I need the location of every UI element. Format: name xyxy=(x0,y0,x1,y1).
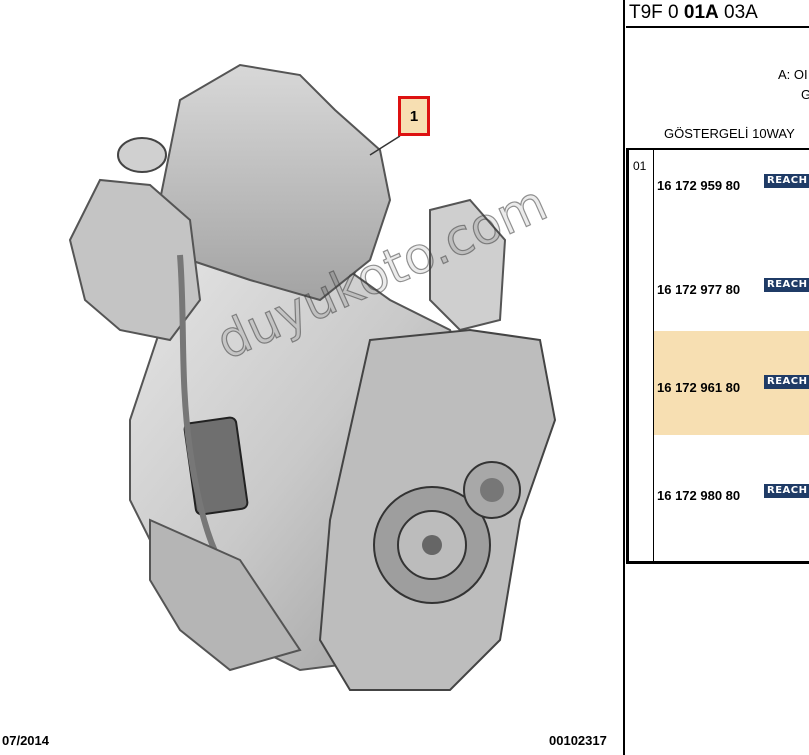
reference-suffix: 03A xyxy=(718,2,758,23)
description-line-2: G xyxy=(801,87,809,102)
table-row[interactable]: 16 172 961 80 REACH xyxy=(654,331,809,435)
part-number[interactable]: 16 172 980 80 xyxy=(657,488,740,503)
description-line-1: A: OI xyxy=(778,67,808,82)
panel-divider xyxy=(623,0,625,755)
reach-badge: REACH xyxy=(764,278,809,292)
footer-code: 00102317 xyxy=(549,733,607,748)
reference-bold: 01A xyxy=(683,2,719,23)
reach-badge: REACH xyxy=(764,484,809,498)
part-number[interactable]: 16 172 959 80 xyxy=(657,178,740,193)
reference-header: T9F 0 01A 03A xyxy=(626,0,809,28)
callout-marker[interactable]: 1 xyxy=(398,96,430,136)
parts-table: 01 16 172 959 80 REACH 16 172 977 80 REA… xyxy=(626,150,809,564)
part-number[interactable]: 16 172 977 80 xyxy=(657,282,740,297)
description-block: A: OI G GÖSTERGELİ 10WAY xyxy=(626,30,809,148)
reach-badge: REACH xyxy=(764,375,809,389)
table-row[interactable]: 16 172 959 80 REACH xyxy=(654,150,809,254)
table-row[interactable]: 16 172 980 80 REACH xyxy=(654,460,809,561)
part-number[interactable]: 16 172 961 80 xyxy=(657,380,740,395)
reference-prefix: T9F 0 xyxy=(629,2,684,23)
reach-badge: REACH xyxy=(764,174,809,188)
description-line-3: GÖSTERGELİ 10WAY xyxy=(664,126,795,141)
engine-diagram: duyukoto.com 1 07/2014 00102317 xyxy=(0,0,624,755)
item-number: 01 xyxy=(633,159,647,173)
engine-illustration xyxy=(68,63,557,691)
footer-date: 07/2014 xyxy=(2,733,49,748)
